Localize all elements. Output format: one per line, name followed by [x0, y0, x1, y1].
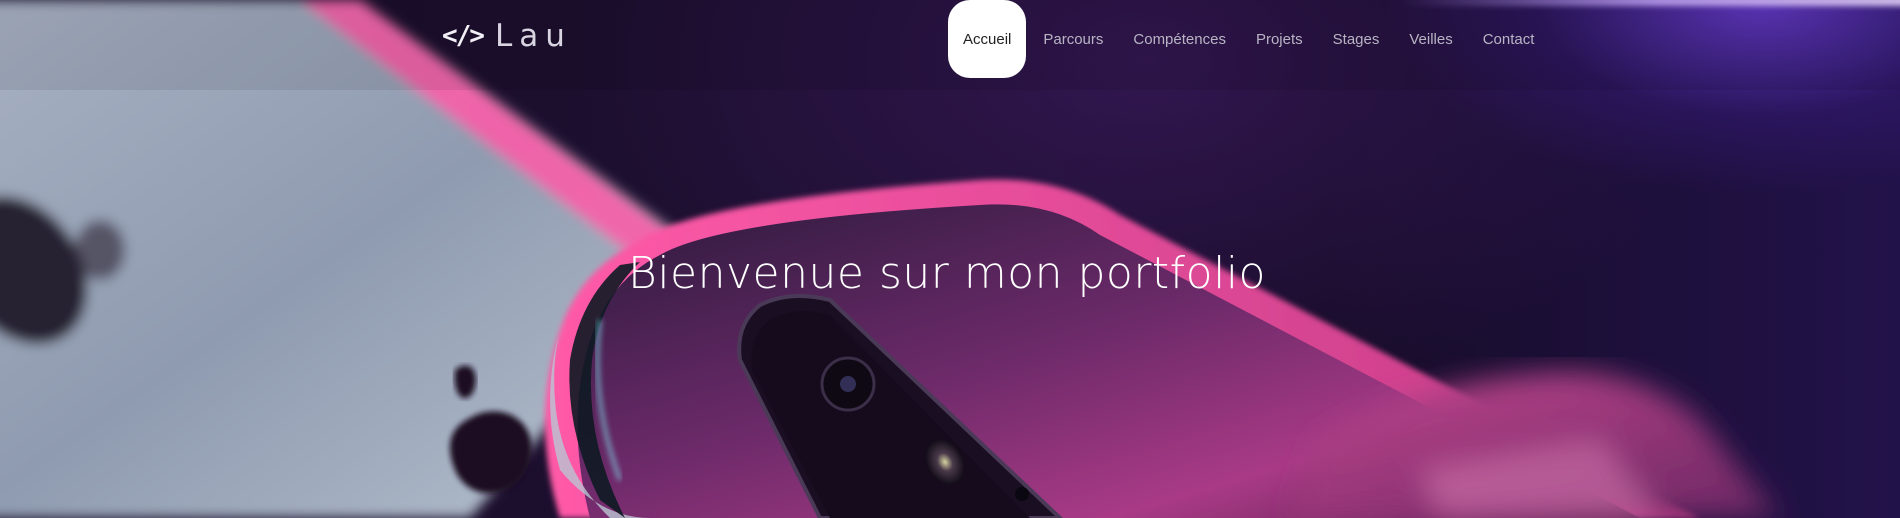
brand-name: Lau [494, 18, 572, 54]
nav-item-projets[interactable]: Projets [1241, 0, 1318, 78]
main-navigation: Accueil Parcours Compétences Projets Sta… [948, 0, 1549, 78]
hero-title: Bienvenue sur mon portfolio [628, 248, 1266, 299]
brand-logo[interactable]: </> Lau [442, 16, 572, 56]
nav-item-stages[interactable]: Stages [1318, 0, 1395, 78]
nav-item-parcours[interactable]: Parcours [1028, 0, 1118, 78]
nav-item-accueil[interactable]: Accueil [948, 0, 1027, 78]
nav-item-veilles[interactable]: Veilles [1394, 0, 1467, 78]
hero-section: </> Lau Accueil Parcours Compétences Pro… [0, 0, 1900, 518]
hero-title-block: Bienvenue sur mon portfolio [0, 248, 1900, 299]
nav-item-competences[interactable]: Compétences [1118, 0, 1241, 78]
nav-item-contact[interactable]: Contact [1468, 0, 1550, 78]
code-brackets-icon: </> [442, 21, 485, 51]
